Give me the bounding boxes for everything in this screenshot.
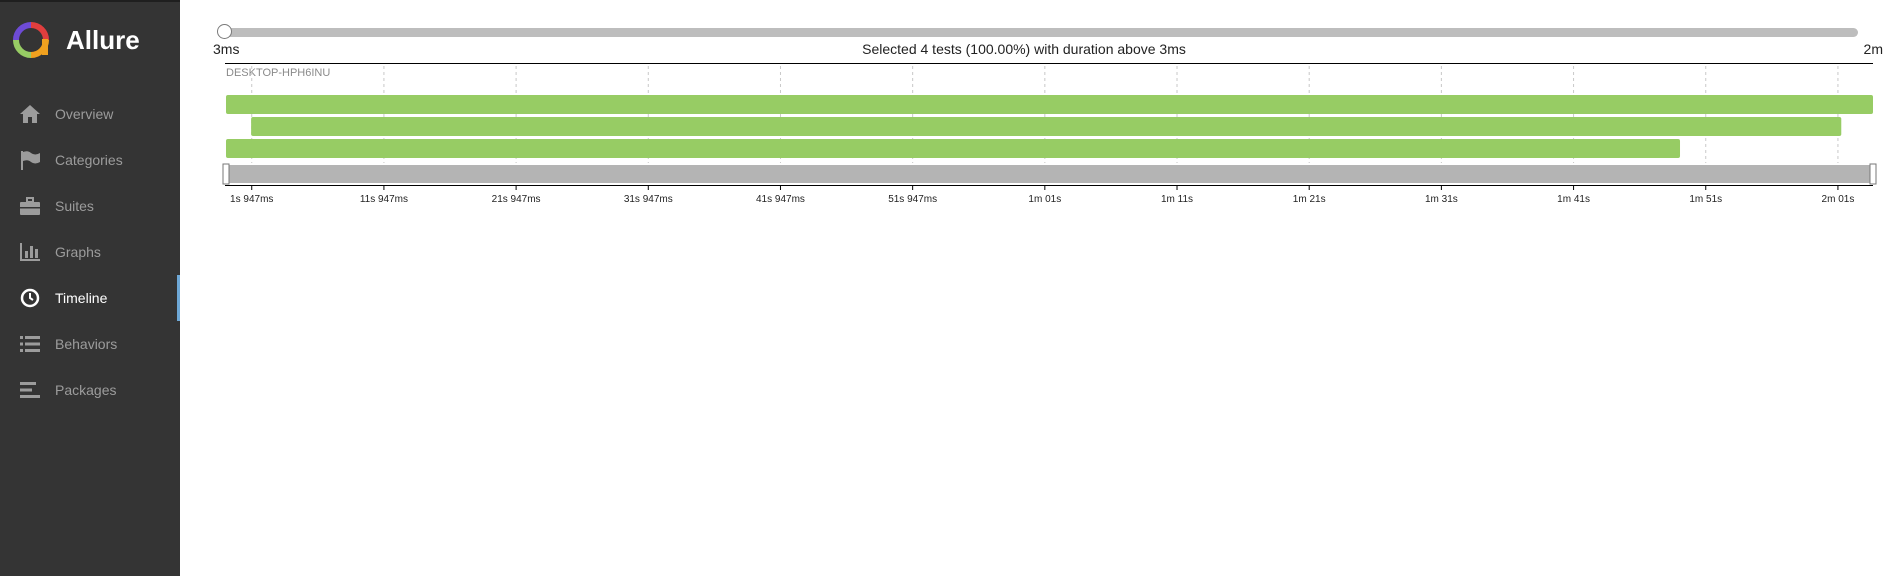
sidebar-item-label: Packages [55, 382, 117, 398]
sidebar-item-behaviors[interactable]: Behaviors [0, 321, 180, 367]
list-icon [18, 333, 42, 355]
sidebar: Allure Overview Categories Suites Graphs [0, 0, 180, 576]
tick-label: 1m 11s [1161, 194, 1193, 205]
tick-label: 11s 947ms [360, 194, 408, 205]
timeline-panel: 3ms Selected 4 tests (100.00%) with dura… [180, 0, 1891, 576]
align-left-icon [18, 379, 42, 401]
tick-label: 2m 01s [1822, 194, 1855, 205]
sidebar-item-label: Categories [55, 152, 123, 168]
tick-label: 21s 947ms [492, 194, 541, 205]
brush-handle[interactable] [1869, 163, 1877, 185]
tick-label: 31s 947ms [624, 194, 673, 205]
tick-label: 1m 01s [1028, 194, 1061, 205]
brush-handle[interactable] [222, 163, 230, 185]
home-icon [18, 103, 42, 125]
tick-label: 1m 21s [1293, 194, 1326, 205]
sidebar-item-label: Timeline [55, 290, 108, 306]
brand[interactable]: Allure [13, 22, 140, 58]
test-bar[interactable] [226, 139, 1681, 158]
tick-label: 51s 947ms [888, 194, 937, 205]
sidebar-item-label: Suites [55, 198, 94, 214]
tick-label: 1s 947ms [230, 194, 273, 205]
flag-icon [18, 149, 42, 171]
tick-label: 41s 947ms [756, 194, 805, 205]
sidebar-item-timeline[interactable]: Timeline [0, 275, 180, 321]
sidebar-nav: Overview Categories Suites Graphs Timeli… [0, 91, 180, 413]
sidebar-item-categories[interactable]: Categories [0, 137, 180, 183]
allure-logo-icon [13, 22, 49, 58]
sidebar-item-label: Overview [55, 106, 114, 122]
tick-label: 1m 41s [1557, 194, 1590, 205]
test-bar[interactable] [251, 117, 1842, 136]
timeline-chart: DESKTOP-HPH6INU 1s 947ms 11s 947ms 21s 947… [222, 63, 1877, 205]
sidebar-item-graphs[interactable]: Graphs [0, 229, 180, 275]
clock-icon [18, 287, 42, 309]
sidebar-item-label: Graphs [55, 244, 101, 260]
briefcase-icon [18, 195, 42, 217]
tick-label: 1m 51s [1689, 194, 1722, 205]
sidebar-item-label: Behaviors [55, 336, 118, 352]
sidebar-item-overview[interactable]: Overview [0, 91, 180, 137]
tick-label: 1m 31s [1425, 194, 1458, 205]
brush-selection[interactable] [226, 165, 1873, 183]
tick-layer: 1s 947ms 11s 947ms 21s 947ms 31s 947ms 41s 9… [230, 185, 1854, 205]
brush-layer [222, 163, 1877, 185]
test-bar[interactable] [226, 95, 1873, 114]
sidebar-item-packages[interactable]: Packages [0, 367, 180, 413]
sidebar-item-suites[interactable]: Suites [0, 183, 180, 229]
host-label: DESKTOP-HPH6INU [226, 67, 330, 79]
bar-chart-icon [18, 241, 42, 263]
bars-layer [226, 95, 1873, 158]
brand-name: Allure [66, 24, 140, 55]
